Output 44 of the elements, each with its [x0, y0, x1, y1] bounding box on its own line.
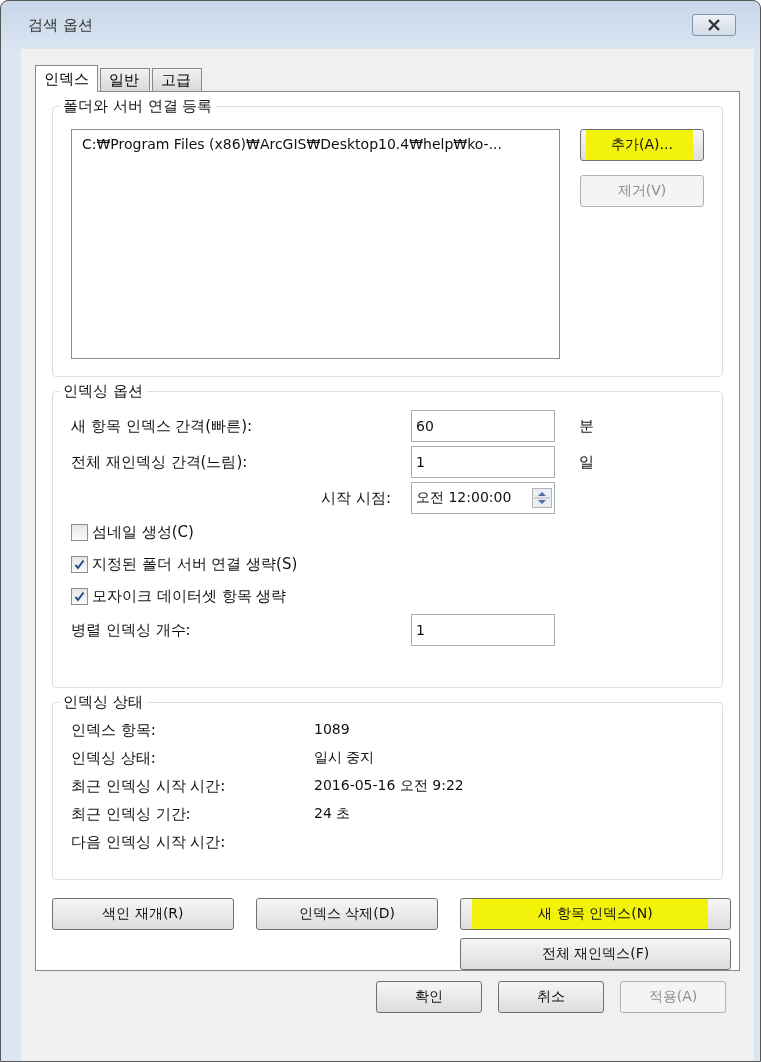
list-item[interactable]: C:₩Program Files (x86)₩ArcGIS₩Desktop10.4₩help₩ko-... [82, 136, 549, 152]
unit-label: 분 [579, 416, 594, 436]
highlighted-button[interactable]: 추가(A)... [580, 129, 704, 161]
status-value: 일시 중지 [314, 748, 375, 767]
input-field[interactable]: 1 [411, 614, 555, 647]
close-icon [706, 19, 722, 31]
spinner-icon[interactable] [532, 488, 552, 509]
group-title: 인덱싱 옵션 [59, 382, 147, 402]
close-button[interactable] [692, 14, 736, 36]
folder-list[interactable]: C:₩Program Files (x86)₩ArcGIS₩Desktop10.4₩help₩ko-... [71, 129, 560, 359]
checkbox-label: 모자이크 데이터셋 항목 생략 [92, 586, 287, 606]
dialog-button[interactable]: 취소 [498, 981, 604, 1013]
status-value: 1089 [314, 720, 350, 739]
tab[interactable]: 일반 [100, 68, 150, 91]
status-label: 다음 인덱싱 시작 시간: [71, 832, 227, 852]
field-label: 새 항목 인덱스 간격(빠른): [71, 416, 254, 436]
checkbox[interactable] [71, 587, 88, 605]
checkbox[interactable] [71, 555, 88, 573]
highlighted-button[interactable]: 새 항목 인덱스(N) [460, 898, 731, 930]
window-title: 검색 옵션 [28, 15, 93, 35]
checkbox-label: 섬네일 생성(C) [92, 522, 194, 542]
status-label: 최근 인덱싱 기간: [71, 804, 192, 824]
group-title: 폴더와 서버 연결 등록 [59, 97, 217, 116]
time-field[interactable]: 오전 12:00:00 [411, 482, 555, 515]
dialog-button[interactable]: 확인 [376, 981, 482, 1013]
status-value: 2016-05-16 오전 9:22 [314, 776, 464, 795]
dialog-button[interactable]: 인덱스 삭제(D) [256, 898, 438, 930]
tab[interactable]: 인덱스 [35, 65, 98, 92]
checkbox[interactable] [71, 523, 88, 541]
input-field[interactable]: 1 [411, 446, 555, 479]
field-label: 시작 시점: [320, 488, 392, 508]
tab[interactable]: 고급 [152, 68, 202, 91]
status-label: 인덱스 항목: [71, 720, 157, 740]
field-label: 전체 재인덱싱 간격(느림): [71, 452, 249, 472]
group-title: 인덱싱 상태 [59, 692, 147, 712]
input-field[interactable]: 60 [411, 410, 555, 443]
field-label: 병렬 인덱싱 개수: [71, 620, 192, 640]
checkbox-label: 지정된 폴더 서버 연결 생략(S) [92, 554, 298, 574]
dialog-button[interactable]: 색인 재개(R) [52, 898, 234, 930]
status-value: 24 초 [314, 804, 351, 823]
status-label: 최근 인덱싱 시작 시간: [71, 776, 227, 796]
unit-label: 일 [579, 452, 594, 472]
status-label: 인덱싱 상태: [71, 748, 157, 768]
dialog-button[interactable]: 전체 재인덱스(F) [460, 938, 731, 970]
